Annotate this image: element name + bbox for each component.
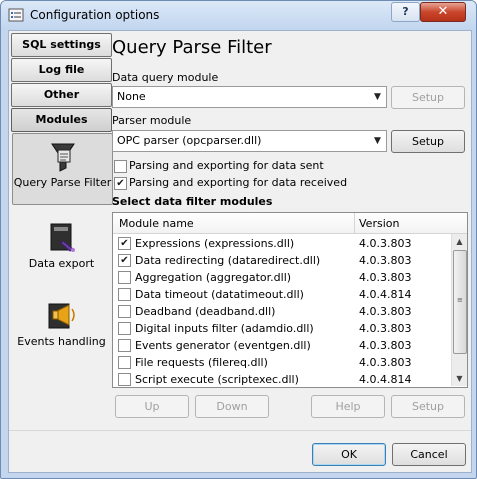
nav-item-data-export[interactable]: Data export xyxy=(12,221,111,270)
scroll-up-icon[interactable]: ▲ xyxy=(452,234,467,249)
data-query-module-select[interactable]: None ▼ xyxy=(112,86,387,108)
module-name: File requests (filereq.dll) xyxy=(135,356,268,369)
module-name: Data redirecting (dataredirect.dll) xyxy=(135,254,321,267)
help-title-button[interactable]: ? xyxy=(391,2,420,22)
module-checkbox[interactable]: ✔ xyxy=(118,254,131,267)
nav-item-label: Events handling xyxy=(17,335,106,348)
nav-other-button[interactable]: Other xyxy=(11,83,112,107)
parse-data-received-checkbox[interactable]: ✔ xyxy=(114,177,127,190)
column-separator[interactable] xyxy=(354,213,355,233)
list-item[interactable]: Script execute (scriptexec.dll) 4.0.4.81… xyxy=(113,371,452,387)
nav-log-file-button[interactable]: Log file xyxy=(11,58,112,82)
module-setup-button[interactable]: Setup xyxy=(391,395,465,418)
data-query-setup-button[interactable]: Setup xyxy=(391,86,465,109)
nav-item-label: Data export xyxy=(28,257,95,270)
filter-modules-list[interactable]: Module name Version ✔ Expressions (expre… xyxy=(112,212,468,388)
module-checkbox[interactable] xyxy=(118,373,131,386)
ok-button[interactable]: OK xyxy=(312,443,386,466)
close-window-button[interactable]: ✕ xyxy=(420,2,466,22)
grip-icon: ≡ xyxy=(457,296,463,304)
scrollbar-thumb[interactable]: ≡ xyxy=(453,250,467,354)
nav-modules-button[interactable]: Modules xyxy=(11,108,112,132)
module-checkbox[interactable] xyxy=(118,322,131,335)
settings-app-icon xyxy=(8,8,24,22)
module-version: 4.0.3.803 xyxy=(359,237,412,250)
move-up-button[interactable]: Up xyxy=(115,395,189,418)
footer-divider xyxy=(9,430,471,431)
vertical-scrollbar[interactable]: ▲ ≡ ▼ xyxy=(451,234,467,386)
chevron-down-icon: ▼ xyxy=(374,92,381,102)
list-header: Module name Version xyxy=(113,213,467,234)
nav-sql-settings-button[interactable]: SQL settings xyxy=(11,33,112,57)
cancel-button[interactable]: Cancel xyxy=(392,443,466,466)
list-item[interactable]: Aggregation (aggregator.dll) 4.0.3.803 xyxy=(113,269,452,286)
module-checkbox[interactable] xyxy=(118,271,131,284)
module-version: 4.0.3.803 xyxy=(359,356,412,369)
list-item[interactable]: ✔ Data redirecting (dataredirect.dll) 4.… xyxy=(113,252,452,269)
module-name: Deadband (deadband.dll) xyxy=(135,305,276,318)
nav-item-label: Query Parse Filter xyxy=(13,176,112,189)
parse-data-sent-checkbox[interactable] xyxy=(114,160,127,173)
column-module-name[interactable]: Module name xyxy=(119,217,194,230)
module-version: 4.0.3.803 xyxy=(359,305,412,318)
parser-module-value: OPC parser (opcparser.dll) xyxy=(117,134,262,147)
module-checkbox[interactable] xyxy=(118,356,131,369)
list-item[interactable]: Deadband (deadband.dll) 4.0.3.803 xyxy=(113,303,452,320)
module-version: 4.0.3.803 xyxy=(359,271,412,284)
nav-item-events-handling[interactable]: Events handling xyxy=(12,299,111,348)
list-item[interactable]: File requests (filereq.dll) 4.0.3.803 xyxy=(113,354,452,371)
events-handling-icon xyxy=(48,303,75,329)
data-export-icon xyxy=(50,223,75,252)
parser-module-select[interactable]: OPC parser (opcparser.dll) ▼ xyxy=(112,130,387,152)
filter-modules-heading: Select data filter modules xyxy=(112,195,273,208)
module-name: Digital inputs filter (adamdio.dll) xyxy=(135,322,314,335)
module-name: Script execute (scriptexec.dll) xyxy=(135,373,299,386)
module-checkbox[interactable]: ✔ xyxy=(118,237,131,250)
module-version: 4.0.4.814 xyxy=(359,373,412,386)
list-item[interactable]: Data timeout (datatimeout.dll) 4.0.4.814 xyxy=(113,286,452,303)
module-name: Data timeout (datatimeout.dll) xyxy=(135,288,304,301)
query-parse-filter-icon xyxy=(50,143,75,172)
module-checkbox[interactable] xyxy=(118,339,131,352)
module-name: Aggregation (aggregator.dll) xyxy=(135,271,292,284)
module-version: 4.0.3.803 xyxy=(359,254,412,267)
column-version[interactable]: Version xyxy=(359,217,399,230)
module-name: Events generator (eventgen.dll) xyxy=(135,339,311,352)
parser-setup-button[interactable]: Setup xyxy=(391,130,465,153)
parser-module-label: Parser module xyxy=(112,114,192,127)
scroll-down-icon[interactable]: ▼ xyxy=(452,371,467,386)
module-version: 4.0.4.814 xyxy=(359,288,412,301)
nav-item-query-parse-filter[interactable]: Query Parse Filter xyxy=(12,133,113,205)
list-item[interactable]: ✔ Expressions (expressions.dll) 4.0.3.80… xyxy=(113,235,452,252)
move-down-button[interactable]: Down xyxy=(195,395,269,418)
parse-data-received-label: Parsing and exporting for data received xyxy=(129,176,348,189)
list-item[interactable]: Events generator (eventgen.dll) 4.0.3.80… xyxy=(113,337,452,354)
list-item[interactable]: Digital inputs filter (adamdio.dll) 4.0.… xyxy=(113,320,452,337)
dialog-body: SQL settings Log file Other Modules Quer… xyxy=(8,30,472,473)
parse-data-sent-label: Parsing and exporting for data sent xyxy=(129,159,324,172)
data-query-module-value: None xyxy=(117,90,146,103)
module-name: Expressions (expressions.dll) xyxy=(135,237,295,250)
module-checkbox[interactable] xyxy=(118,305,131,318)
title-bar[interactable]: Configuration options ? ✕ xyxy=(1,1,476,29)
configuration-window: Configuration options ? ✕ SQL settings L… xyxy=(0,0,477,479)
module-checkbox[interactable] xyxy=(118,288,131,301)
data-query-module-label: Data query module xyxy=(112,71,219,84)
module-version: 4.0.3.803 xyxy=(359,322,412,335)
module-help-button[interactable]: Help xyxy=(311,395,385,418)
window-title: Configuration options xyxy=(30,8,160,22)
page-title: Query Parse Filter xyxy=(112,37,272,58)
module-version: 4.0.3.803 xyxy=(359,339,412,352)
chevron-down-icon: ▼ xyxy=(374,136,381,146)
